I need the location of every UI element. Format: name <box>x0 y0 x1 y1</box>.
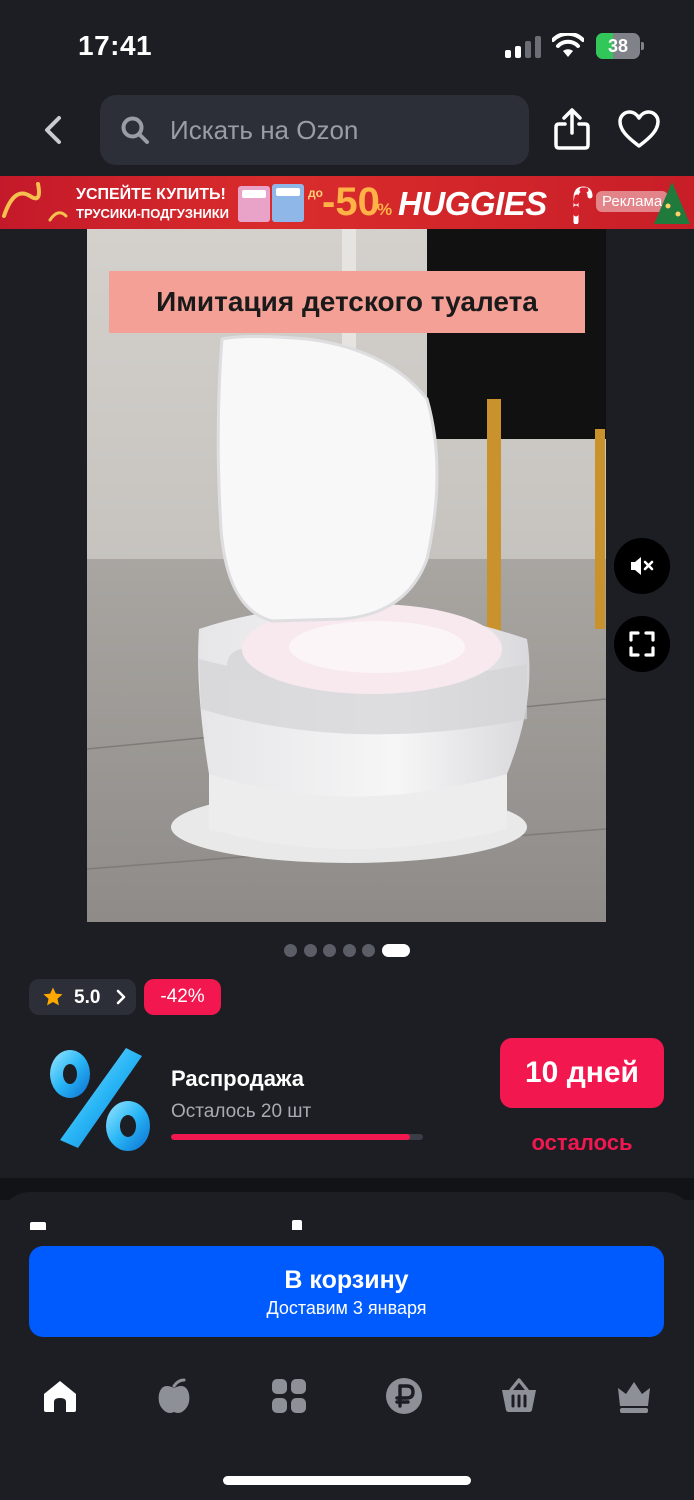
days-left-label: осталось <box>531 1130 633 1155</box>
gallery-dot[interactable] <box>284 944 297 957</box>
percent-3d-icon <box>50 1048 150 1151</box>
sale-card[interactable]: Распродажа Осталось 20 шт 10 дней остало… <box>0 1024 694 1178</box>
add-to-cart-label: В корзину <box>284 1266 409 1294</box>
nav-cart-icon[interactable] <box>499 1376 539 1416</box>
next-section-title-peek <box>30 1218 310 1230</box>
product-gallery[interactable]: Имитация детского туалета <box>0 229 694 929</box>
gallery-dot[interactable] <box>362 944 375 957</box>
fullscreen-button[interactable] <box>614 616 670 672</box>
promo-subline: ТРУСИКИ-ПОДГУЗНИКИ <box>76 206 230 221</box>
mute-button[interactable] <box>614 538 670 594</box>
gallery-dot[interactable] <box>342 944 356 957</box>
sale-remaining-count: Осталось 20 шт <box>171 1101 312 1122</box>
nav-home-icon[interactable] <box>40 1376 80 1416</box>
battery-level: 38 <box>607 36 629 56</box>
home-indicator <box>223 1476 471 1485</box>
promo-headline: УСПЕЙТЕ КУПИТЬ! <box>76 186 226 203</box>
search-icon <box>121 116 149 144</box>
wifi-icon <box>552 33 584 57</box>
sale-progress-fill <box>171 1134 411 1140</box>
video-caption: Имитация детского туалета <box>109 271 585 333</box>
candy-cane-icon <box>573 186 593 224</box>
christmas-tree-icon <box>654 182 690 224</box>
nav-ozon-bank-icon[interactable] <box>384 1376 424 1416</box>
promo-brand: HUGGIES <box>398 185 547 222</box>
search-bar[interactable] <box>100 95 529 165</box>
nav-catalog-icon[interactable] <box>269 1376 309 1416</box>
nav-premium-icon[interactable] <box>614 1376 654 1416</box>
share-button[interactable] <box>552 107 592 151</box>
next-section <box>0 1192 694 1500</box>
gallery-dot[interactable] <box>303 944 317 957</box>
promo-banner[interactable]: УСПЕЙТЕ КУПИТЬ! ТРУСИКИ-ПОДГУЗНИКИ до -5… <box>0 176 694 229</box>
nav-fresh-icon[interactable] <box>154 1376 194 1416</box>
search-input[interactable] <box>170 95 510 165</box>
rating-value: 5.0 <box>74 987 101 1008</box>
discount-badge: -42% <box>144 979 221 1015</box>
promo-discount: -50 <box>322 180 380 224</box>
back-button[interactable] <box>34 110 74 150</box>
favorite-heart-button[interactable] <box>617 109 661 149</box>
battery-icon: 38 <box>596 33 644 59</box>
gallery-pagination[interactable] <box>284 942 414 958</box>
sale-progress-bar <box>171 1134 423 1140</box>
product-video[interactable]: Имитация детского туалета <box>87 229 606 922</box>
add-to-cart-button[interactable]: В корзину Доставим 3 января <box>29 1246 664 1337</box>
header <box>0 92 694 176</box>
chevron-right-icon <box>116 989 126 1005</box>
ribbon-decoration-icon <box>2 182 68 222</box>
sale-title: Распродажа <box>171 1066 305 1091</box>
promo-percent: % <box>377 200 393 219</box>
delivery-date-label: Доставим 3 января <box>266 1298 427 1318</box>
promo-prefix: до <box>308 186 323 200</box>
cellular-signal-icon <box>505 36 543 58</box>
rating-chip[interactable]: 5.0 <box>29 979 136 1015</box>
status-bar: 17:41 38 <box>0 0 694 92</box>
star-icon <box>43 987 63 1006</box>
bottom-nav <box>0 1360 694 1440</box>
gallery-dot-active[interactable] <box>381 944 410 957</box>
diaper-pack-image <box>238 184 304 222</box>
days-left-badge: 10 дней <box>500 1038 664 1108</box>
gallery-dot[interactable] <box>323 944 336 957</box>
status-time: 17:41 <box>78 30 153 61</box>
